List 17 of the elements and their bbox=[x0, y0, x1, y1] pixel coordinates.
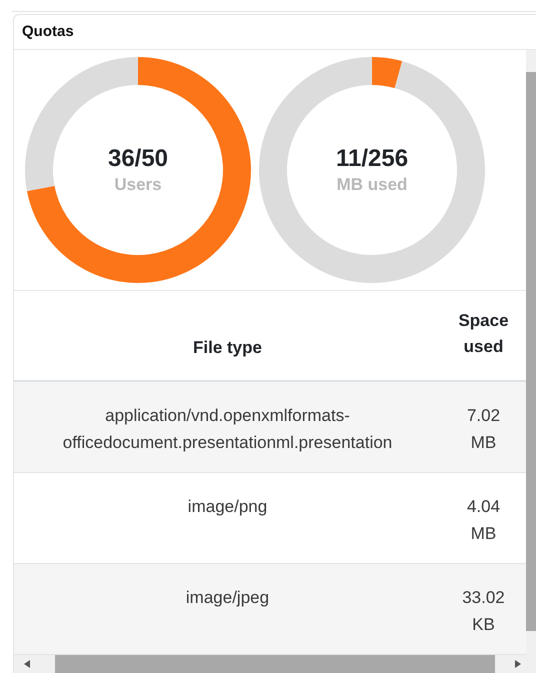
table-cell-text: 7.02 MB bbox=[466, 405, 502, 454]
gauge-label: MB used bbox=[336, 174, 408, 196]
table-cell-text: 4.04 MB bbox=[466, 496, 502, 545]
table-cell-text: 33.02 KB bbox=[461, 587, 506, 636]
vertical-scrollbar[interactable] bbox=[526, 50, 536, 655]
horizontal-scrollbar[interactable] bbox=[14, 655, 536, 673]
scroll-right-icon[interactable] bbox=[515, 660, 521, 668]
gauge-value: 11/256 bbox=[336, 144, 408, 174]
panel-title: Quotas bbox=[22, 22, 74, 42]
table-cell-text: image/png bbox=[186, 496, 268, 518]
table-cell-text: image/jpeg bbox=[184, 587, 270, 609]
table-cell-text: application/vnd.openxmlformats-officedocument.presentationml.presentation bbox=[62, 405, 394, 454]
gauge-label: Users bbox=[114, 174, 162, 196]
scroll-left-icon[interactable] bbox=[24, 660, 30, 668]
column-header: Space used bbox=[457, 310, 510, 358]
gauge-value: 36/50 bbox=[108, 144, 168, 174]
column-header: File type bbox=[193, 336, 262, 358]
